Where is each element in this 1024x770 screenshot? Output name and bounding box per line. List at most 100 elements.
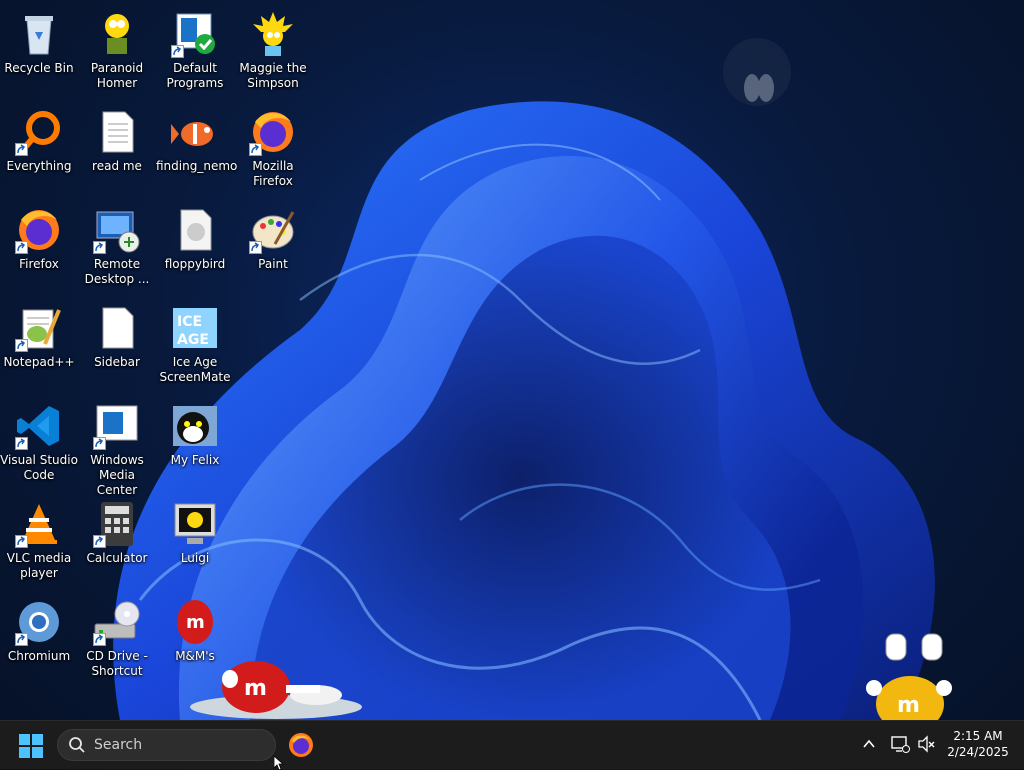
media-center-icon — [93, 402, 141, 450]
desktop-icon-maggie-the-simpson[interactable]: Maggie the Simpson — [234, 4, 312, 94]
shortcut-arrow-icon — [15, 241, 28, 254]
nemo-fish-icon — [171, 108, 219, 156]
shortcut-arrow-icon — [93, 437, 106, 450]
desktop-icon-label: My Felix — [170, 453, 220, 467]
svg-text:m: m — [186, 612, 205, 633]
felix-cat-icon — [171, 402, 219, 450]
network-icon[interactable] — [890, 734, 910, 754]
desktop-icon-ice-age-screenmate[interactable]: ICE AGE Ice Age ScreenMate — [156, 298, 234, 388]
desktop-icon-label: Visual Studio Code — [0, 453, 78, 482]
desktop-icon-label: Luigi — [180, 551, 210, 565]
svg-text:m: m — [244, 676, 267, 701]
desktop-icon-default-programs[interactable]: Default Programs — [156, 4, 234, 94]
vlc-cone-icon — [15, 500, 63, 548]
clock-time: 2:15 AM — [953, 729, 1003, 743]
maggie-icon — [249, 10, 297, 58]
desktop-icon-label: finding_nemo — [156, 159, 238, 173]
desktop-icon-sidebar[interactable]: Sidebar — [78, 298, 156, 388]
desktop-icon-visual-studio-code[interactable]: Visual Studio Code — [0, 396, 78, 486]
desktop-icon-label: read me — [92, 159, 142, 173]
desktop-icon-cd-drive-shortcut[interactable]: CD Drive - Shortcut — [78, 592, 156, 682]
shortcut-arrow-icon — [15, 437, 28, 450]
firefox-icon — [249, 108, 297, 156]
svg-text:AGE: AGE — [177, 332, 209, 348]
notepadpp-icon — [15, 304, 63, 352]
yellow-mm-character-sprite: m — [866, 633, 952, 720]
desktop-icon-label: Ice Age ScreenMate — [159, 355, 231, 384]
desktop-icon-label: Notepad++ — [3, 355, 75, 369]
everything-search-icon — [15, 108, 63, 156]
homer-icon — [93, 10, 141, 58]
luigi-monitor-icon — [171, 500, 219, 548]
desktop-icon-label: Paint — [258, 257, 288, 271]
shortcut-arrow-icon — [15, 535, 28, 548]
desktop-icon-mozilla-firefox[interactable]: Mozilla Firefox — [234, 102, 312, 192]
taskbar-search-box[interactable]: Search — [57, 729, 276, 761]
calculator-icon — [93, 500, 141, 548]
desktop-icon-paint[interactable]: Paint — [234, 200, 312, 290]
text-file-icon — [93, 108, 141, 156]
shortcut-arrow-icon — [93, 633, 106, 646]
desktop-icon-firefox[interactable]: Firefox — [0, 200, 78, 290]
cd-drive-icon — [93, 598, 141, 646]
desktop-icon-label: Paranoid Homer — [90, 61, 144, 90]
system-clock[interactable]: 2:15 AM 2/24/2025 — [940, 728, 1016, 760]
desktop-icon-remote-desktop[interactable]: Remote Desktop ... — [78, 200, 156, 290]
taskbar-firefox-icon[interactable] — [288, 732, 314, 758]
taskbar: Search 2:15 AM 2/24/2025 — [0, 720, 1024, 769]
desktop-icon-vlc-media-player[interactable]: VLC media player — [0, 494, 78, 584]
windows-start-icon[interactable] — [18, 733, 44, 759]
desktop-icon-my-felix[interactable]: My Felix — [156, 396, 234, 486]
desktop-icon-label: CD Drive - Shortcut — [86, 649, 148, 678]
generic-file-icon — [171, 206, 219, 254]
recycle-bin-icon — [15, 10, 63, 58]
desktop-icon-finding-nemo[interactable]: finding_nemo — [156, 102, 238, 192]
desktop-icon-label: Chromium — [7, 649, 71, 663]
paint-palette-icon — [249, 206, 297, 254]
desktop-icon-label: VLC media player — [6, 551, 72, 580]
shortcut-arrow-icon — [171, 45, 184, 58]
desktop-icon-everything[interactable]: Everything — [0, 102, 78, 192]
shortcut-arrow-icon — [93, 535, 106, 548]
desktop-icon-notepad[interactable]: Notepad++ — [0, 298, 78, 388]
red-mm-character-sprite: m — [190, 661, 362, 719]
desktop-icon-label: floppybird — [164, 257, 226, 271]
vscode-icon — [15, 402, 63, 450]
clock-date: 2/24/2025 — [947, 745, 1009, 759]
desktop-icon-recycle-bin[interactable]: Recycle Bin — [0, 4, 78, 94]
desktop-icon-label: Firefox — [19, 257, 59, 271]
desktop-icon-label: Sidebar — [94, 355, 140, 369]
chevron-up-icon[interactable] — [860, 735, 878, 753]
ice-age-icon: ICE AGE — [171, 304, 219, 352]
desktop-icon-read-me[interactable]: read me — [78, 102, 156, 192]
desktop-icon-paranoid-homer[interactable]: Paranoid Homer — [78, 4, 156, 94]
search-icon — [69, 737, 85, 753]
desktop-icon-label: Default Programs — [166, 61, 224, 90]
chromium-icon — [15, 598, 63, 646]
remote-desktop-icon — [93, 206, 141, 254]
shortcut-arrow-icon — [249, 241, 262, 254]
shortcut-arrow-icon — [15, 633, 28, 646]
desktop-icon-label: Windows Media Center — [90, 453, 144, 497]
desktop-icon-label: Calculator — [86, 551, 148, 565]
desktop-icon-label: Maggie the Simpson — [239, 61, 307, 90]
shortcut-arrow-icon — [15, 143, 28, 156]
mms-icon: m — [171, 598, 219, 646]
blank-file-icon — [93, 304, 141, 352]
svg-text:ICE: ICE — [177, 314, 202, 330]
desktop-icon-label: Everything — [6, 159, 72, 173]
default-programs-icon — [171, 10, 219, 58]
shortcut-arrow-icon — [15, 339, 28, 352]
desktop-icon-chromium[interactable]: Chromium — [0, 592, 78, 682]
desktop-icon-luigi[interactable]: Luigi — [156, 494, 234, 584]
svg-text:m: m — [897, 693, 920, 718]
shortcut-arrow-icon — [93, 241, 106, 254]
search-placeholder: Search — [94, 737, 143, 753]
desktop-icon-floppybird[interactable]: floppybird — [156, 200, 234, 290]
desktop-icon-windows-media-center[interactable]: Windows Media Center — [78, 396, 156, 497]
desktop-icon-label: Recycle Bin — [4, 61, 74, 75]
desktop-icon-label: Remote Desktop ... — [84, 257, 150, 286]
volume-muted-icon[interactable] — [916, 734, 936, 754]
shortcut-arrow-icon — [249, 143, 262, 156]
desktop-icon-calculator[interactable]: Calculator — [78, 494, 156, 584]
